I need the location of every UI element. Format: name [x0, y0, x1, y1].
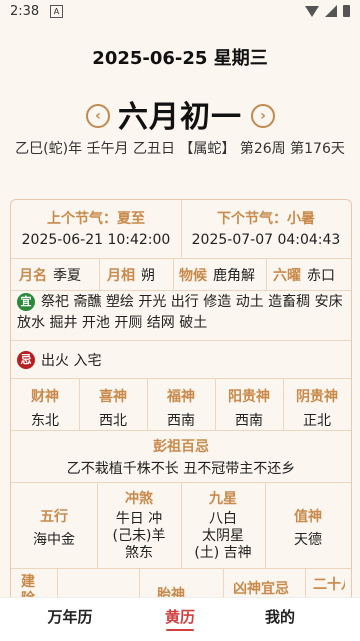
god-label: 阴贵神 — [296, 389, 338, 405]
god-label: 财神 — [31, 389, 59, 405]
wuhou: 物候 鹿角解 — [179, 265, 255, 285]
god-label: 喜神 — [99, 389, 127, 405]
lunar-date-title: 六月初一 — [118, 100, 242, 135]
yueming-label: 月名 — [19, 268, 47, 284]
status-bar: 2:38 A — [0, 0, 360, 24]
pengzu-text: 乙不栽植千株不长 丑不冠带主不还乡 — [66, 461, 296, 477]
almanac-card: 上个节气：夏至 2025-06-21 10:42:00 下个节气：小暑 2025… — [10, 199, 352, 621]
jiuxing-label: 九星 — [209, 491, 237, 507]
zhishen-value: 天德 — [294, 532, 322, 548]
wuxing-value: 海中金 — [33, 532, 75, 548]
wifi-icon — [305, 5, 319, 17]
god-label: 福神 — [167, 389, 195, 405]
god-value: 正北 — [303, 413, 331, 429]
battery-icon — [343, 5, 350, 17]
divider — [173, 258, 174, 290]
jiuxing-line: (土) 吉神 — [194, 545, 252, 561]
yueming-value: 季夏 — [53, 268, 81, 284]
wuxing-label: 五行 — [40, 509, 68, 525]
chongsha-line: 牛日 冲 — [115, 511, 163, 527]
yuexiang-label: 月相 — [107, 268, 135, 284]
yueming: 月名 季夏 — [19, 265, 81, 285]
liuyao: 六曜 赤口 — [273, 265, 335, 285]
divider — [99, 258, 100, 290]
ershiba-label: 二十八 — [313, 577, 345, 593]
pengzu-title: 彭祖百忌 — [153, 439, 209, 455]
next-jieqi-time: 2025-07-07 04:04:43 — [191, 232, 341, 248]
divider — [266, 258, 267, 290]
active-tab-indicator — [166, 629, 194, 631]
god-cell: 阴贵神 正北 — [283, 378, 351, 430]
prev-jieqi-time: 2025-06-21 10:42:00 — [21, 232, 171, 248]
liuyao-label: 六曜 — [273, 268, 301, 284]
god-cell: 福神 西南 — [147, 378, 215, 430]
jiuxing-line: 太阴星 — [202, 528, 244, 544]
god-cell: 阳贵神 西南 — [215, 378, 283, 430]
prev-jieqi: 上个节气：夏至 2025-06-21 10:42:00 — [11, 200, 181, 258]
chongsha-line: 煞东 — [125, 545, 153, 561]
ji-badge: 忌 — [17, 351, 35, 369]
tab-wannianli[interactable]: 万年历 — [20, 606, 120, 627]
lunar-date-row: ‹ 六月初一 › — [0, 92, 360, 140]
xiongshen-label: 凶神宜忌 — [233, 581, 289, 597]
god-value: 东北 — [31, 413, 59, 429]
jieqi-row: 上个节气：夏至 2025-06-21 10:42:00 下个节气：小暑 2025… — [11, 200, 351, 259]
god-value: 西南 — [235, 413, 263, 429]
gregorian-date[interactable]: 2025-06-25 星期三 — [0, 44, 360, 70]
god-value: 西北 — [99, 413, 127, 429]
wuxing-cell: 五行 海中金 — [11, 482, 97, 568]
next-jieqi: 下个节气：小暑 2025-07-07 04:04:43 — [181, 200, 351, 258]
jiuxing-line: 八白 — [209, 511, 237, 527]
yuexiang: 月相朔 — [107, 265, 155, 285]
gods-row: 财神 东北 喜神 西北 福神 西南 阳贵神 西南 阴贵神 正北 — [11, 378, 351, 431]
next-jieqi-label: 下个节气：小暑 — [217, 211, 315, 227]
yi-row: 宜 祭祀 斋醮 塑绘 开光 出行 修造 动土 造畜稠 安床 放水 掘井 开池 开… — [11, 290, 351, 341]
jiuxing-cell: 九星 八白 太阴星 (土) 吉神 — [181, 482, 265, 568]
wuhou-label: 物候 — [179, 268, 207, 284]
god-cell: 喜神 西北 — [79, 378, 147, 430]
chongsha-label: 冲煞 — [125, 491, 153, 507]
chongsha-cell: 冲煞 牛日 冲 (己未)羊 煞东 — [97, 482, 181, 568]
wuxing-row: 五行 海中金 冲煞 牛日 冲 (己未)羊 煞东 九星 八白 太阴星 (土) 吉神… — [11, 482, 351, 569]
signal-icon — [325, 5, 337, 17]
pengzu-row: 彭祖百忌 乙不栽植千株不长 丑不冠带主不还乡 — [11, 430, 351, 483]
zhishen-label: 值神 — [294, 509, 322, 525]
chongsha-line: (己未)羊 — [112, 528, 166, 544]
zhishen-cell: 值神 天德 — [265, 482, 351, 568]
god-cell: 财神 东北 — [11, 378, 79, 430]
status-icons — [305, 5, 350, 17]
next-day-button[interactable]: › — [251, 104, 275, 128]
prev-day-button[interactable]: ‹ — [86, 104, 110, 128]
god-value: 西南 — [167, 413, 195, 429]
wuhou-value: 鹿角解 — [213, 268, 255, 284]
ji-text: 出火 入宅 — [41, 353, 102, 369]
tab-huangli[interactable]: 黄历 — [120, 606, 240, 627]
god-label: 阳贵神 — [228, 389, 270, 405]
bottom-tab-bar: 万年历 黄历 我的 — [0, 597, 360, 641]
notification-icon: A — [50, 5, 63, 18]
yuexiang-value: 朔 — [141, 268, 155, 284]
status-time: 2:38 — [10, 4, 40, 19]
ganzhi-line: 乙巳(蛇)年 壬午月 乙丑日 【属蛇】 第26周 第176天 — [15, 141, 345, 157]
prev-jieqi-label: 上个节气：夏至 — [47, 211, 145, 227]
yi-text: 祭祀 斋醮 塑绘 开光 出行 修造 动土 造畜稠 安床 放水 掘井 开池 开厕 … — [17, 294, 343, 331]
tab-mine[interactable]: 我的 — [230, 606, 330, 627]
month-info-row: 月名 季夏 月相朔 物候 鹿角解 六曜 赤口 — [11, 258, 351, 291]
liuyao-value: 赤口 — [307, 268, 335, 284]
ji-row: 忌 出火 入宅 — [11, 340, 351, 379]
